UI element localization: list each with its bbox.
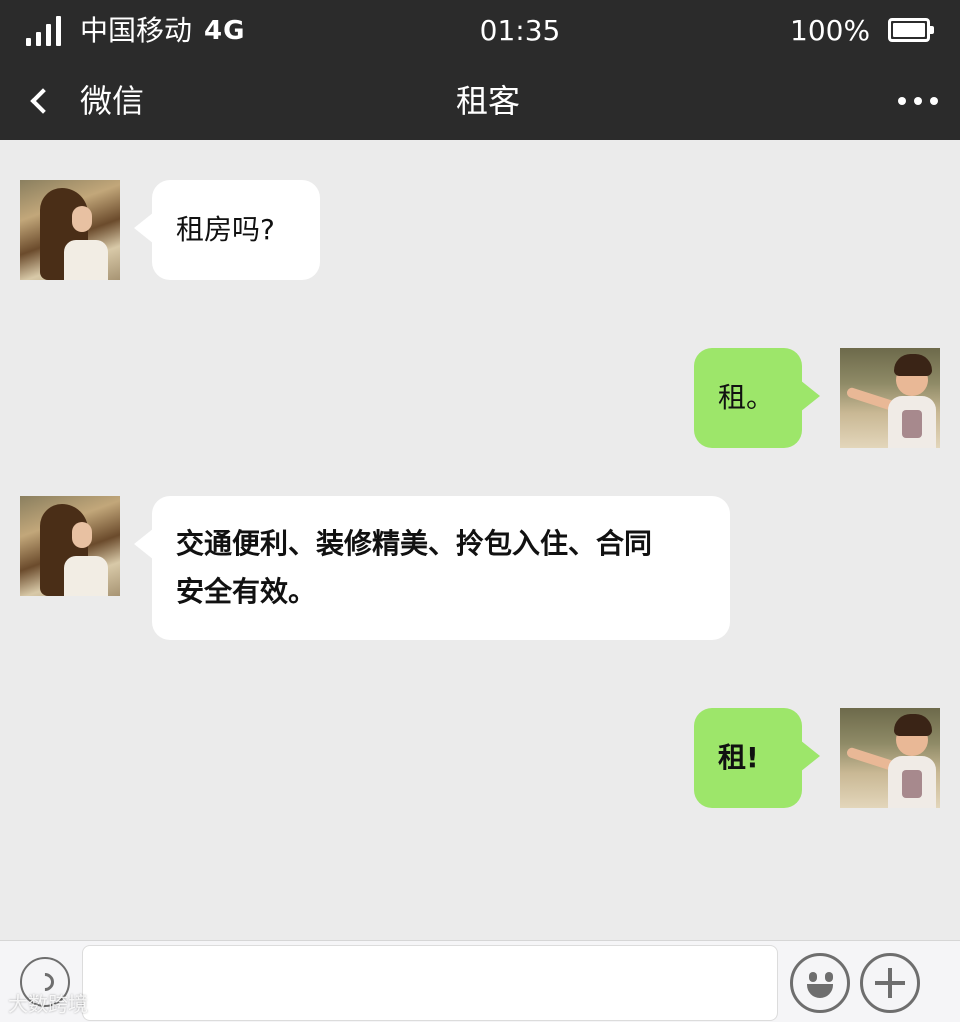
message-bubble-sent[interactable]: 租! <box>694 708 820 808</box>
signal-icon <box>26 14 64 46</box>
input-bar <box>0 940 960 1022</box>
message-text-line: 交通便利、装修精美、拎包入住、合同 <box>176 527 653 560</box>
more-functions-button[interactable] <box>860 953 920 1013</box>
more-dots-icon <box>898 97 906 105</box>
watermark: 大数跨境 <box>8 992 88 1016</box>
my-avatar[interactable] <box>840 708 940 808</box>
message-bubble-received[interactable]: 租房吗? <box>134 180 320 280</box>
message-text: 租! <box>718 741 759 774</box>
message-bubble-received[interactable]: 交通便利、装修精美、拎包入住、合同 安全有效。 <box>134 496 730 640</box>
emoji-icon <box>809 972 817 982</box>
status-time: 01:35 <box>479 14 561 47</box>
message-text: 租房吗? <box>176 213 275 246</box>
message-input[interactable] <box>82 945 778 1021</box>
chevron-left-icon <box>30 88 56 114</box>
message-text-line: 安全有效。 <box>176 575 317 608</box>
contact-avatar[interactable] <box>20 180 120 280</box>
message-bubble-sent[interactable]: 租。 <box>694 348 820 448</box>
message-text: 租。 <box>718 381 775 414</box>
battery-percent: 100% <box>790 14 871 47</box>
status-bar: 中国移动 4G 01:35 100% <box>0 0 960 62</box>
network-type: 4G <box>204 16 246 46</box>
my-avatar[interactable] <box>840 348 940 448</box>
nav-bar: 微信 租客 <box>0 62 960 140</box>
chat-title: 租客 <box>455 82 520 120</box>
more-options-button[interactable] <box>894 86 942 116</box>
back-label: 微信 <box>80 82 145 120</box>
back-button[interactable]: 微信 <box>20 62 144 140</box>
battery-icon <box>888 18 934 42</box>
carrier-name: 中国移动 <box>80 14 193 47</box>
emoji-button[interactable] <box>790 953 850 1013</box>
contact-avatar[interactable] <box>20 496 120 596</box>
